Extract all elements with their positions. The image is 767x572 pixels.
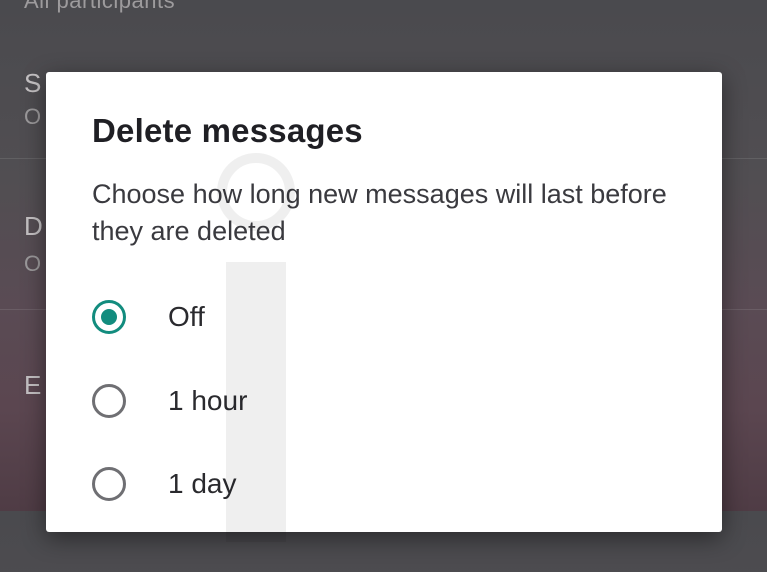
delete-messages-dialog: Delete messages Choose how long new mess… xyxy=(46,72,722,542)
radio-unchecked-icon[interactable] xyxy=(92,384,126,418)
option-label: 1 hour xyxy=(168,385,248,416)
settings-row-title: D xyxy=(24,211,43,241)
settings-row-subtitle: O xyxy=(24,104,42,129)
option-off[interactable]: Off xyxy=(92,294,672,340)
option-1-hour[interactable]: 1 hour xyxy=(92,378,672,424)
option-label: Off xyxy=(168,301,205,332)
option-1-day[interactable]: 1 day xyxy=(92,461,672,507)
radio-unchecked-icon[interactable] xyxy=(92,467,126,501)
settings-row-title: E xyxy=(24,370,42,400)
dialog-description: Choose how long new messages will last b… xyxy=(92,179,667,246)
settings-row-subtitle: O xyxy=(24,251,42,276)
option-label: 1 day xyxy=(168,468,237,499)
settings-row-title: S xyxy=(24,68,42,98)
participants-label: All participants xyxy=(24,0,176,13)
radio-checked-icon[interactable] xyxy=(92,300,126,334)
dialog-title: Delete messages xyxy=(92,112,363,149)
